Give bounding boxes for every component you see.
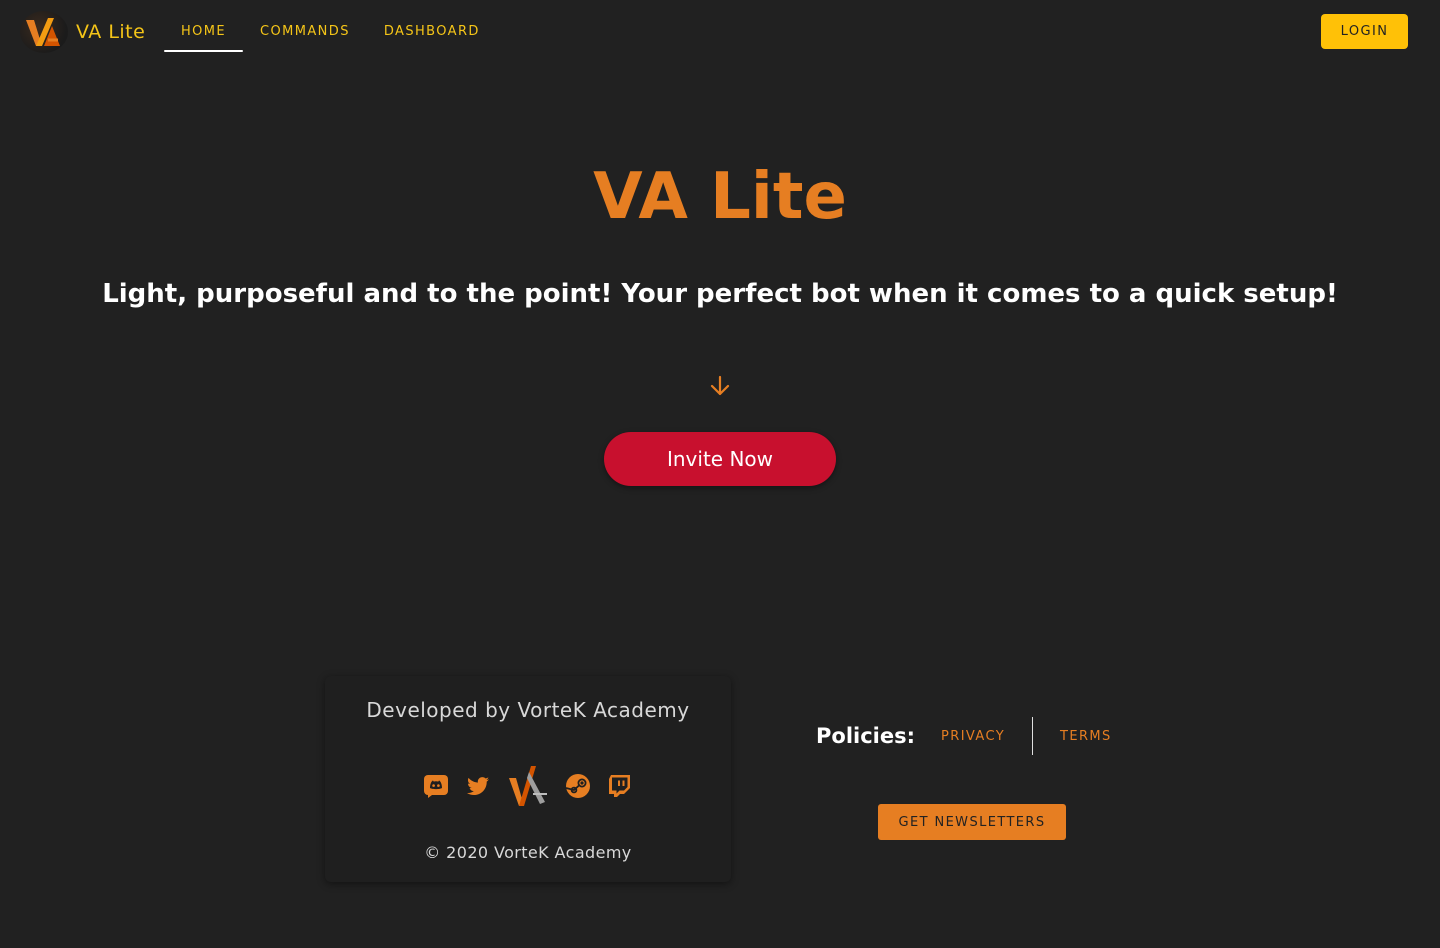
nav-commands-link[interactable]: COMMANDS	[243, 12, 367, 52]
vortek-logo-icon[interactable]	[507, 764, 549, 808]
discord-icon[interactable]	[423, 773, 449, 799]
brand-link[interactable]: VA Lite	[20, 11, 145, 53]
steam-icon[interactable]	[565, 773, 591, 799]
get-newsletters-button[interactable]: GET NEWSLETTERS	[878, 804, 1066, 840]
twitch-icon[interactable]	[607, 773, 633, 799]
nav-dashboard-link[interactable]: DASHBOARD	[367, 12, 497, 52]
terms-link[interactable]: TERMS	[1044, 729, 1128, 744]
twitter-icon[interactable]	[465, 773, 491, 799]
invite-now-button[interactable]: Invite Now	[604, 432, 836, 486]
navbar: VA Lite HOME COMMANDS DASHBOARD LOGIN	[0, 0, 1440, 64]
developed-by-text: Developed by VorteK Academy	[366, 698, 690, 722]
hero-subtitle: Light, purposeful and to the point! Your…	[102, 279, 1338, 309]
arrow-down-icon	[708, 374, 732, 398]
social-links	[325, 764, 731, 808]
va-logo-icon	[20, 11, 68, 53]
brand-name: VA Lite	[76, 21, 146, 43]
login-button[interactable]: LOGIN	[1321, 14, 1408, 49]
copyright-text: © 2020 VorteK Academy	[424, 843, 632, 862]
policy-divider	[1032, 717, 1034, 755]
footer-card: Developed by VorteK Academy © 2020 Vorte…	[325, 676, 731, 882]
nav-home-link[interactable]: HOME	[164, 12, 244, 52]
nav-links: HOME COMMANDS DASHBOARD	[164, 12, 497, 52]
policies-label: Policies:	[816, 724, 916, 748]
privacy-link[interactable]: PRIVACY	[925, 729, 1021, 744]
hero-title: VA Lite	[593, 160, 847, 234]
policies-bar: Policies: PRIVACY TERMS	[816, 716, 1128, 756]
